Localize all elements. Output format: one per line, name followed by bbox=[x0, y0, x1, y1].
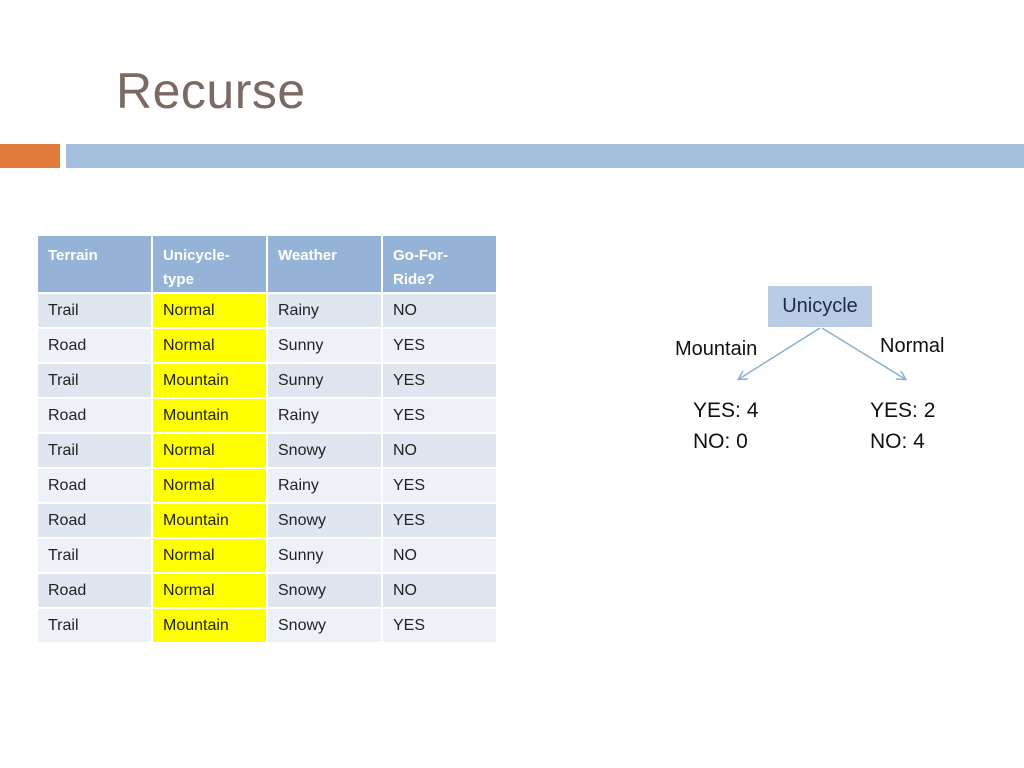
header-unicycle-type: Unicycle-type bbox=[153, 236, 268, 294]
leaf-normal-no: NO: 4 bbox=[870, 430, 925, 453]
cell-go-for-ride: NO bbox=[383, 574, 498, 609]
cell-go-for-ride: YES bbox=[383, 609, 498, 644]
cell-unicycle-type: Mountain bbox=[153, 364, 268, 399]
title-accent-bar-orange bbox=[0, 144, 60, 168]
cell-weather: Sunny bbox=[268, 329, 383, 364]
cell-unicycle-type: Mountain bbox=[153, 504, 268, 539]
cell-terrain: Trail bbox=[38, 539, 153, 574]
cell-weather: Rainy bbox=[268, 469, 383, 504]
leaf-mountain: YES: 4 NO: 0 bbox=[693, 395, 758, 457]
cell-go-for-ride: YES bbox=[383, 399, 498, 434]
cell-terrain: Road bbox=[38, 329, 153, 364]
title-accent-bar-blue bbox=[66, 144, 1024, 168]
cell-terrain: Road bbox=[38, 504, 153, 539]
table-header-row: Terrain Unicycle-type Weather Go-For- Rid… bbox=[38, 236, 498, 294]
table-row: Trail Normal Snowy NO bbox=[38, 434, 498, 469]
slide-title: Recurse bbox=[116, 63, 306, 119]
table-row: Trail Normal Sunny NO bbox=[38, 539, 498, 574]
header-weather: Weather bbox=[268, 236, 383, 294]
training-data-table: Terrain Unicycle-type Weather Go-For- Rid… bbox=[38, 236, 498, 644]
cell-go-for-ride: NO bbox=[383, 294, 498, 329]
cell-unicycle-type: Normal bbox=[153, 469, 268, 504]
cell-go-for-ride: NO bbox=[383, 539, 498, 574]
cell-go-for-ride: YES bbox=[383, 469, 498, 504]
cell-unicycle-type: Normal bbox=[153, 539, 268, 574]
cell-unicycle-type: Normal bbox=[153, 574, 268, 609]
table-row: Road Normal Rainy YES bbox=[38, 469, 498, 504]
cell-weather: Snowy bbox=[268, 434, 383, 469]
cell-unicycle-type: Normal bbox=[153, 434, 268, 469]
cell-go-for-ride: YES bbox=[383, 329, 498, 364]
cell-terrain: Trail bbox=[38, 364, 153, 399]
branch-label-normal: Normal bbox=[880, 335, 945, 357]
cell-terrain: Road bbox=[38, 399, 153, 434]
header-go-for-ride: Go-For- Ride? bbox=[383, 236, 498, 294]
cell-weather: Sunny bbox=[268, 539, 383, 574]
cell-unicycle-type: Normal bbox=[153, 294, 268, 329]
cell-go-for-ride: YES bbox=[383, 364, 498, 399]
cell-go-for-ride: NO bbox=[383, 434, 498, 469]
branch-label-mountain: Mountain bbox=[675, 338, 758, 360]
cell-weather: Snowy bbox=[268, 574, 383, 609]
leaf-mountain-yes: YES: 4 bbox=[693, 399, 759, 422]
cell-terrain: Road bbox=[38, 469, 153, 504]
cell-weather: Snowy bbox=[268, 609, 383, 644]
cell-unicycle-type: Mountain bbox=[153, 399, 268, 434]
cell-terrain: Road bbox=[38, 574, 153, 609]
header-terrain: Terrain bbox=[38, 236, 153, 294]
tree-root-node: Unicycle bbox=[768, 286, 872, 327]
cell-terrain: Trail bbox=[38, 434, 153, 469]
table-row: Trail Mountain Snowy YES bbox=[38, 609, 498, 644]
table-row: Trail Mountain Sunny YES bbox=[38, 364, 498, 399]
leaf-mountain-no: NO: 0 bbox=[693, 430, 748, 453]
table-row: Trail Normal Rainy NO bbox=[38, 294, 498, 329]
table-row: Road Normal Snowy NO bbox=[38, 574, 498, 609]
cell-weather: Rainy bbox=[268, 294, 383, 329]
leaf-normal: YES: 2 NO: 4 bbox=[870, 395, 935, 457]
cell-terrain: Trail bbox=[38, 294, 153, 329]
leaf-normal-yes: YES: 2 bbox=[870, 399, 936, 422]
table-row: Road Mountain Rainy YES bbox=[38, 399, 498, 434]
cell-terrain: Trail bbox=[38, 609, 153, 644]
table-row: Road Mountain Snowy YES bbox=[38, 504, 498, 539]
cell-weather: Snowy bbox=[268, 504, 383, 539]
cell-weather: Sunny bbox=[268, 364, 383, 399]
cell-unicycle-type: Normal bbox=[153, 329, 268, 364]
cell-go-for-ride: YES bbox=[383, 504, 498, 539]
table-row: Road Normal Sunny YES bbox=[38, 329, 498, 364]
cell-weather: Rainy bbox=[268, 399, 383, 434]
cell-unicycle-type: Mountain bbox=[153, 609, 268, 644]
